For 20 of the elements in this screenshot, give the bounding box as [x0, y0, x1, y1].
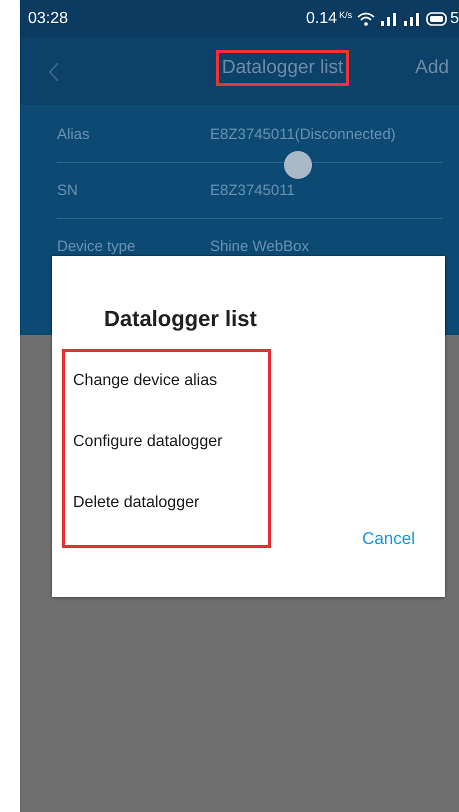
menu-option[interactable]: Configure datalogger [52, 411, 445, 472]
field-value: Shine WebBox [210, 238, 309, 255]
touch-indicator-icon [284, 151, 312, 179]
signal-icon [403, 12, 422, 26]
wifi-icon [357, 12, 376, 26]
field-value: E8Z3745011(Disconnected) [210, 126, 396, 143]
field-label: SN [57, 182, 79, 199]
dialog-title: Datalogger list [104, 306, 258, 332]
field-label: Device type [57, 238, 136, 255]
speed-unit: K/s [339, 10, 352, 20]
status-time: 03:28 [28, 10, 68, 28]
back-icon[interactable] [48, 60, 60, 82]
field-value: E8Z3745011 [210, 182, 295, 199]
battery-level: 5 [450, 10, 459, 28]
battery-icon [426, 12, 448, 26]
field-label: Alias [57, 126, 91, 143]
signal-icon [380, 12, 398, 26]
menu-option[interactable]: Change device alias [52, 350, 445, 411]
screen-title: Datalogger list [222, 56, 344, 78]
network-speed: 0.14 [306, 10, 338, 28]
